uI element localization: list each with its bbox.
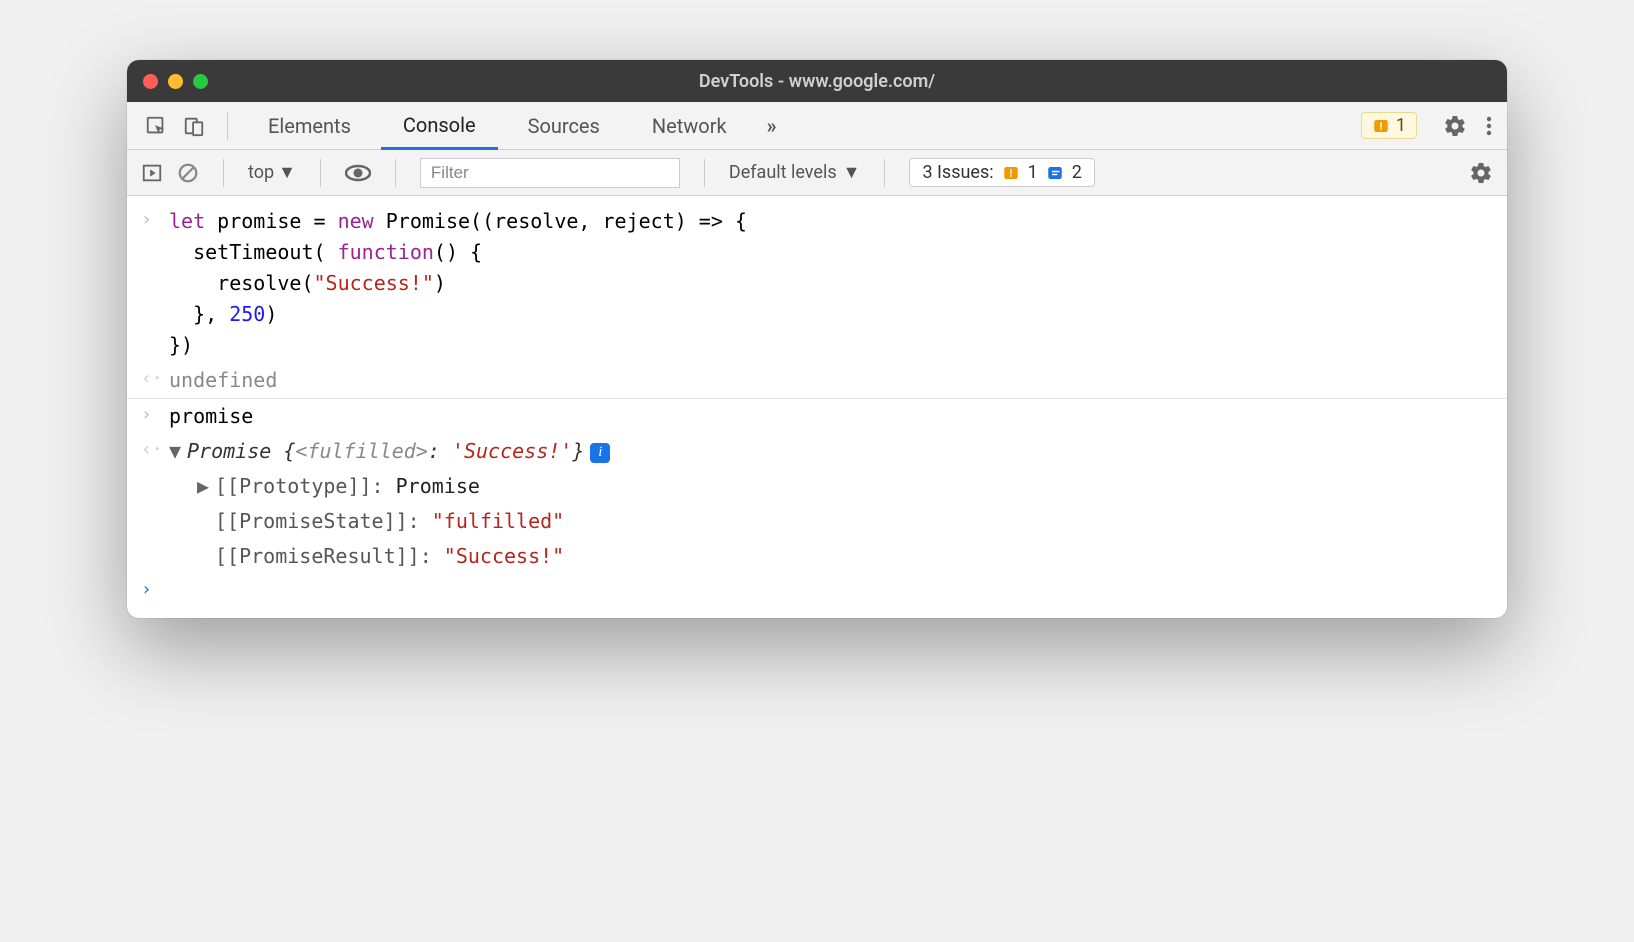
tab-label: Elements xyxy=(268,114,351,138)
live-expression-icon[interactable] xyxy=(345,163,371,183)
object-property-row[interactable]: ▶[[Prototype]]: Promise xyxy=(127,469,1507,504)
output-chevron-icon: ‹· xyxy=(141,436,169,467)
property-key: [[Prototype]]: xyxy=(215,474,396,498)
toggle-sidebar-icon[interactable] xyxy=(141,162,163,184)
property-line: [[PromiseResult]]: "Success!" xyxy=(169,541,1493,572)
gutter xyxy=(141,471,169,502)
console-input-row[interactable]: › let promise = new Promise((resolve, re… xyxy=(127,204,1507,363)
tab-label: Console xyxy=(403,113,476,137)
tab-network[interactable]: Network xyxy=(630,102,749,149)
separator xyxy=(320,159,321,187)
console-settings-gear-icon[interactable] xyxy=(1469,161,1493,185)
prompt-chevron-icon: › xyxy=(141,576,169,604)
tab-sources[interactable]: Sources xyxy=(506,102,622,149)
console-prompt-row[interactable]: › xyxy=(127,574,1507,606)
issues-label: 3 Issues: xyxy=(922,162,993,183)
chevron-down-icon: ▼ xyxy=(843,162,861,183)
tab-console[interactable]: Console xyxy=(381,103,498,150)
info-icon xyxy=(1046,164,1064,182)
expand-arrow-icon[interactable]: ▶ xyxy=(197,471,215,502)
result-undefined: undefined xyxy=(169,365,1493,396)
clear-console-icon[interactable] xyxy=(177,162,199,184)
filter-input[interactable] xyxy=(420,158,680,188)
levels-label: Default levels xyxy=(729,162,837,183)
device-toggle-icon[interactable] xyxy=(179,111,209,141)
gutter xyxy=(141,541,169,572)
info-badge-icon[interactable]: i xyxy=(590,443,610,463)
console-result-row: ‹· undefined xyxy=(127,363,1507,399)
titlebar: DevTools - www.google.com/ xyxy=(127,60,1507,102)
console-input-row[interactable]: › promise xyxy=(127,399,1507,434)
code-block: let promise = new Promise((resolve, reje… xyxy=(169,206,1493,361)
separator xyxy=(223,159,224,187)
property-value: "Success!" xyxy=(444,544,564,568)
overflow-glyph: » xyxy=(767,114,777,138)
devtools-window: DevTools - www.google.com/ Elements Cons… xyxy=(127,60,1507,618)
tab-label: Network xyxy=(652,114,727,138)
output-chevron-icon: ‹· xyxy=(141,365,169,396)
inspect-element-icon[interactable] xyxy=(141,111,171,141)
window-title: DevTools - www.google.com/ xyxy=(127,71,1507,92)
issue-warn-count: 1 xyxy=(1028,162,1038,183)
more-menu-icon[interactable] xyxy=(1485,114,1493,138)
issues-badge[interactable]: 3 Issues: 1 2 xyxy=(909,158,1094,187)
tab-label: Sources xyxy=(528,114,600,138)
tab-elements[interactable]: Elements xyxy=(246,102,373,149)
settings-gear-icon[interactable] xyxy=(1443,114,1467,138)
object-summary: ▼Promise {<fulfilled>: 'Success!'}i xyxy=(169,436,1493,467)
input-chevron-icon: › xyxy=(141,206,169,361)
context-selector[interactable]: top ▼ xyxy=(248,162,296,183)
console-object-summary-row[interactable]: ‹· ▼Promise {<fulfilled>: 'Success!'}i xyxy=(127,434,1507,469)
main-tabs: Elements Console Sources Network » 1 xyxy=(127,102,1507,150)
property-key: [[PromiseResult]]: xyxy=(215,544,444,568)
context-label: top xyxy=(248,162,274,183)
chevron-down-icon: ▼ xyxy=(278,162,296,183)
log-levels-selector[interactable]: Default levels ▼ xyxy=(729,162,861,183)
console-toolbar: top ▼ Default levels ▼ 3 Issues: 1 2 xyxy=(127,150,1507,196)
warnings-count: 1 xyxy=(1396,115,1406,136)
collapse-arrow-icon[interactable]: ▼ xyxy=(169,436,187,467)
separator xyxy=(884,159,885,187)
warning-icon xyxy=(1372,117,1390,135)
minimize-window-button[interactable] xyxy=(168,74,183,89)
separator xyxy=(227,112,228,140)
input-chevron-icon: › xyxy=(141,401,169,432)
property-value: Promise xyxy=(396,474,480,498)
separator xyxy=(395,159,396,187)
warnings-badge[interactable]: 1 xyxy=(1361,112,1417,139)
prompt-input[interactable] xyxy=(169,576,1493,604)
separator xyxy=(704,159,705,187)
property-line: [[PromiseState]]: "fulfilled" xyxy=(169,506,1493,537)
zoom-window-button[interactable] xyxy=(193,74,208,89)
close-window-button[interactable] xyxy=(143,74,158,89)
property-line: ▶[[Prototype]]: Promise xyxy=(169,471,1493,502)
traffic-lights xyxy=(143,74,208,89)
property-value: "fulfilled" xyxy=(432,509,564,533)
console-body: › let promise = new Promise((resolve, re… xyxy=(127,196,1507,618)
property-key: [[PromiseState]]: xyxy=(215,509,432,533)
code-line: promise xyxy=(169,401,1493,432)
object-property-row: [[PromiseResult]]: "Success!" xyxy=(127,539,1507,574)
object-property-row: [[PromiseState]]: "fulfilled" xyxy=(127,504,1507,539)
gutter xyxy=(141,506,169,537)
issue-info-count: 2 xyxy=(1072,162,1082,183)
tabs-overflow-button[interactable]: » xyxy=(757,102,787,149)
warning-icon xyxy=(1002,164,1020,182)
